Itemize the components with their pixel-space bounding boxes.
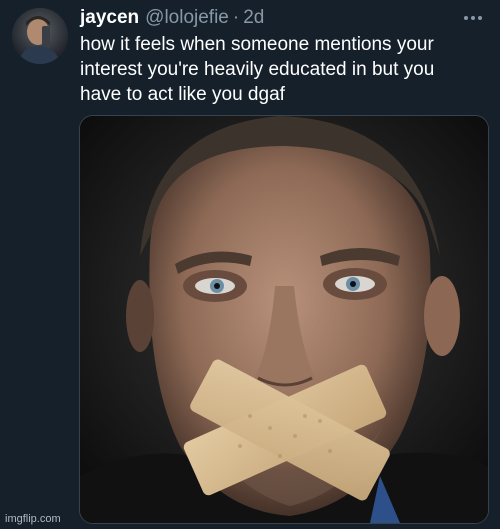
tweet[interactable]: jaycen @lolojefie · 2d how it feels when… (0, 0, 500, 529)
avatar-image (12, 8, 68, 64)
tweet-header: jaycen @lolojefie · 2d (80, 6, 264, 30)
header-separator: · (232, 7, 240, 28)
tweet-media-image[interactable] (79, 115, 489, 524)
portrait-image (80, 116, 488, 523)
imgflip-watermark: imgflip.com (5, 513, 61, 525)
author-handle[interactable]: @lolojefie (145, 6, 229, 30)
ellipsis-icon (464, 16, 482, 20)
author-display-name[interactable]: jaycen (80, 6, 139, 30)
tweet-timestamp[interactable]: 2d (243, 6, 264, 30)
avatar[interactable] (12, 8, 68, 64)
more-options-button[interactable] (460, 8, 486, 28)
tweet-text: how it feels when someone mentions your … (80, 34, 435, 105)
